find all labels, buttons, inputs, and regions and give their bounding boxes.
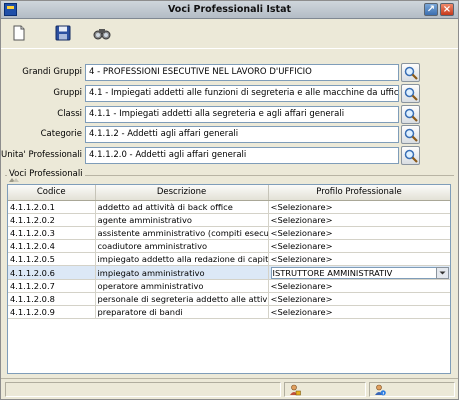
magnifier-icon xyxy=(404,108,418,122)
chevron-down-icon[interactable] xyxy=(435,266,449,279)
cell-codice: 4.1.1.2.0.4 xyxy=(8,239,96,254)
status-cell-message xyxy=(5,382,281,397)
cell-profilo[interactable]: <Selezionare> xyxy=(268,239,450,254)
toolbar-separator xyxy=(1,48,458,49)
grid-table: Codice Descrizione Profilo Professionale… xyxy=(8,185,450,320)
table-row[interactable]: 4.1.1.2.0.8 personale di segreteria adde… xyxy=(8,292,450,307)
categorie-field[interactable]: 4.1.1.2 - Addetti agli affari generali xyxy=(85,126,399,143)
gruppi-field[interactable]: 4.1 - Impiegati addetti alle funzioni di… xyxy=(85,85,399,102)
cell-profilo[interactable]: <Selezionare> xyxy=(268,252,450,267)
grandi-gruppi-row: Grandi Gruppi 4 - PROFESSIONI ESECUTIVE … xyxy=(1,63,458,82)
magnifier-icon xyxy=(404,149,418,163)
status-cell-user xyxy=(284,382,366,397)
cell-descrizione: impiegato addetto alla redazione di capi… xyxy=(95,252,269,267)
gruppi-label: Gruppi xyxy=(53,88,82,98)
magnifier-icon xyxy=(404,128,418,142)
grandi-gruppi-field[interactable]: 4 - PROFESSIONI ESECUTIVE NEL LAVORO D'U… xyxy=(85,64,399,81)
collapse-handle-icon[interactable] xyxy=(9,178,19,182)
cell-profilo[interactable]: <Selezionare> xyxy=(268,200,450,214)
cell-codice: 4.1.1.2.0.6 xyxy=(8,265,96,280)
classi-label: Classi xyxy=(57,109,82,119)
classi-row: Classi 4.1.1 - Impiegati addetti alla se… xyxy=(1,105,458,124)
maximize-icon[interactable]: ↗ xyxy=(424,3,438,16)
user-info-icon[interactable] xyxy=(374,384,386,396)
magnifier-icon xyxy=(404,66,418,80)
cell-codice: 4.1.1.2.0.5 xyxy=(8,252,96,267)
binoculars-search-icon[interactable] xyxy=(92,24,111,42)
unita-professionali-lookup-button[interactable] xyxy=(401,146,420,165)
categorie-row: Categorie 4.1.1.2 - Addetti agli affari … xyxy=(1,125,458,144)
cell-profilo[interactable]: <Selezionare> xyxy=(268,305,450,320)
table-row[interactable]: 4.1.1.2.0.5 impiegato addetto alla redaz… xyxy=(8,252,450,267)
window: Voci Professionali Istat ↗ × Grandi Grup… xyxy=(0,0,459,400)
status-bar xyxy=(1,378,458,399)
cell-profilo[interactable]: <Selezionare> xyxy=(268,279,450,293)
cell-codice: 4.1.1.2.0.8 xyxy=(8,292,96,307)
gruppi-lookup-button[interactable] xyxy=(401,84,420,103)
cell-profilo[interactable]: ISTRUTTORE AMMINISTRATIV xyxy=(268,265,450,280)
new-document-icon[interactable] xyxy=(10,24,28,42)
table-row[interactable]: 4.1.1.2.0.1 addetto ad attività di back … xyxy=(8,200,450,214)
close-icon[interactable]: × xyxy=(440,3,454,16)
profilo-combo[interactable]: ISTRUTTORE AMMINISTRATIV xyxy=(270,266,449,279)
toolbar xyxy=(1,20,458,46)
table-row[interactable]: 4.1.1.2.0.4 coadiutore amministrativo <S… xyxy=(8,239,450,254)
cell-descrizione: preparatore di bandi xyxy=(95,305,269,320)
cell-profilo[interactable]: <Selezionare> xyxy=(268,292,450,307)
categorie-label: Categorie xyxy=(40,129,82,139)
cell-descrizione: assistente amministrativo (compiti esecu… xyxy=(95,226,269,241)
grandi-gruppi-lookup-button[interactable] xyxy=(401,63,420,82)
unita-professionali-row: Unita' Professionali 4.1.1.2.0 - Addetti… xyxy=(1,146,458,165)
table-row-selected[interactable]: 4.1.1.2.0.6 impiegato amministrativo IST… xyxy=(8,265,450,280)
cell-descrizione: impiegato amministrativo xyxy=(95,265,269,280)
voci-professionali-grid[interactable]: Codice Descrizione Profilo Professionale… xyxy=(7,184,451,374)
cell-descrizione: coadiutore amministrativo xyxy=(95,239,269,254)
unita-professionali-field[interactable]: 4.1.1.2.0 - Addetti agli affari generali xyxy=(85,147,399,164)
cell-descrizione: operatore amministrativo xyxy=(95,279,269,293)
grid-header-row: Codice Descrizione Profilo Professionale xyxy=(8,185,450,201)
cell-descrizione: agente amministrativo xyxy=(95,213,269,227)
profilo-combo-value: ISTRUTTORE AMMINISTRATIV xyxy=(272,267,393,278)
cell-profilo[interactable]: <Selezionare> xyxy=(268,226,450,241)
classi-field[interactable]: 4.1.1 - Impiegati addetti alla segreteri… xyxy=(85,106,399,123)
save-icon[interactable] xyxy=(54,24,72,42)
cell-codice: 4.1.1.2.0.7 xyxy=(8,279,96,293)
table-row[interactable]: 4.1.1.2.0.2 agente amministrativo <Selez… xyxy=(8,213,450,227)
column-header-descrizione[interactable]: Descrizione xyxy=(95,185,269,201)
column-header-profilo[interactable]: Profilo Professionale xyxy=(268,185,450,201)
grandi-gruppi-label: Grandi Gruppi xyxy=(22,67,82,77)
status-cell-info xyxy=(369,382,455,397)
title-bar: Voci Professionali Istat ↗ × xyxy=(1,1,458,19)
cell-codice: 4.1.1.2.0.3 xyxy=(8,226,96,241)
cell-profilo[interactable]: <Selezionare> xyxy=(268,213,450,227)
gruppi-row: Gruppi 4.1 - Impiegati addetti alle funz… xyxy=(1,84,458,103)
user-lock-icon[interactable] xyxy=(289,384,301,396)
cell-codice: 4.1.1.2.0.1 xyxy=(8,200,96,214)
unita-professionali-label: Unita' Professionali xyxy=(1,150,82,160)
column-header-codice[interactable]: Codice xyxy=(8,185,96,201)
classi-lookup-button[interactable] xyxy=(401,105,420,124)
table-row[interactable]: 4.1.1.2.0.3 assistente amministrativo (c… xyxy=(8,226,450,241)
window-title: Voci Professionali Istat xyxy=(167,4,292,15)
cell-codice: 4.1.1.2.0.9 xyxy=(8,305,96,320)
magnifier-icon xyxy=(404,87,418,101)
table-row[interactable]: 4.1.1.2.0.9 preparatore di bandi <Selezi… xyxy=(8,305,450,320)
cell-codice: 4.1.1.2.0.2 xyxy=(8,213,96,227)
cell-descrizione: addetto ad attività di back office xyxy=(95,200,269,214)
cell-descrizione: personale di segreteria addetto alle att… xyxy=(95,292,269,307)
categorie-lookup-button[interactable] xyxy=(401,125,420,144)
table-row[interactable]: 4.1.1.2.0.7 operatore amministrativo <Se… xyxy=(8,279,450,293)
